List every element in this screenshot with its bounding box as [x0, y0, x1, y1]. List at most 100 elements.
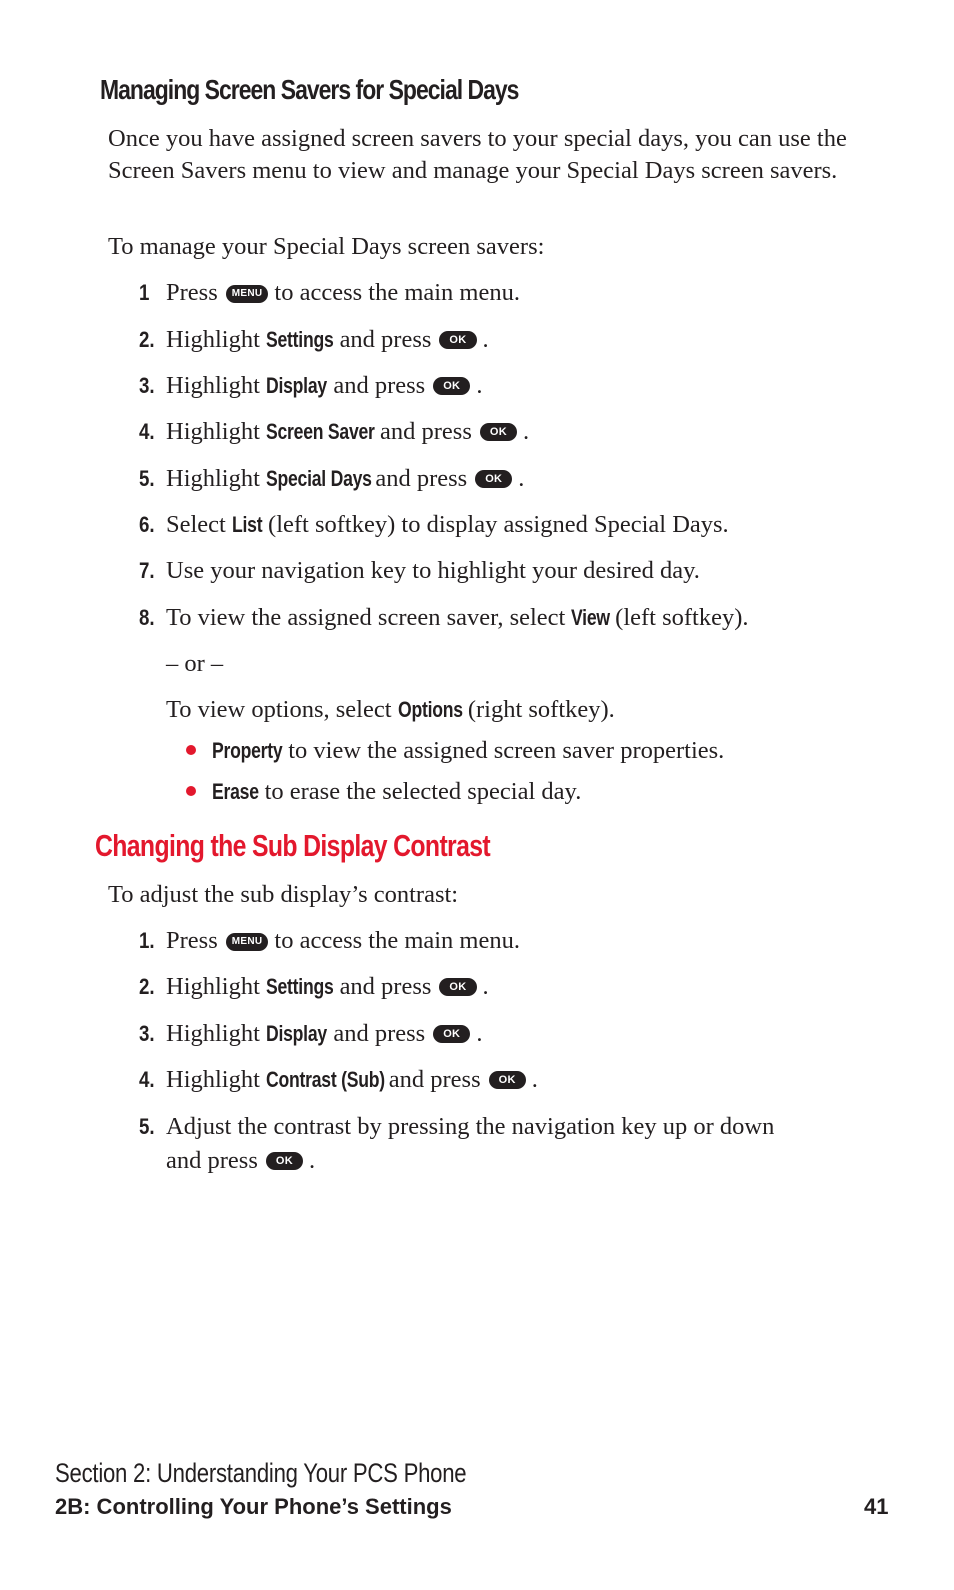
footer-section-title: Section 2: Understanding Your PCS Phone [55, 1458, 557, 1489]
bullet-text: to erase the selected special day. [264, 778, 582, 805]
step-number: 1 [139, 280, 150, 305]
lead-paragraph: To manage your Special Days screen saver… [108, 233, 545, 260]
bullet-erase: Erase to erase the selected special day. [186, 776, 581, 808]
step-text: to access the main menu. [274, 279, 520, 306]
menu-key-icon: MENU [225, 285, 269, 303]
step-text: Press [166, 927, 218, 954]
step-number: 4. [139, 419, 155, 444]
step-text: Highlight [166, 973, 260, 1000]
option-name: Property [212, 738, 283, 763]
menu-item-name: Settings [266, 974, 334, 999]
softkey-name: Options [397, 697, 463, 722]
heading-text: Changing the Sub Display Contrast [95, 828, 491, 863]
step-7: 7. Use your navigation key to highlight … [139, 555, 700, 587]
softkey-name: List [232, 512, 263, 537]
period: . [308, 1147, 316, 1174]
step-number: 1. [139, 928, 155, 953]
step-text: Highlight [166, 418, 260, 445]
step-number: 7. [139, 558, 155, 583]
menu-item-name: Contrast (Sub) [266, 1067, 385, 1092]
step-text: Highlight [166, 1020, 260, 1047]
step-number: 5. [139, 466, 155, 491]
step-text: to access the main menu. [274, 927, 520, 954]
ok-key-icon: OK [488, 1071, 526, 1089]
ok-key-icon: OK [439, 978, 477, 996]
contrast-step-5-continued: and press OK. [166, 1145, 315, 1177]
step-text: Highlight [166, 372, 260, 399]
contrast-step-3: 3. Highlight Display and press OK. [139, 1018, 482, 1050]
step-text: Highlight [166, 326, 260, 353]
step-number: 8. [139, 605, 155, 630]
contrast-step-1: 1. Press MENU to access the main menu. [139, 925, 520, 957]
ok-key-icon: OK [475, 470, 513, 488]
ok-key-icon: OK [439, 331, 477, 349]
bullet-property: Property to view the assigned screen sav… [186, 735, 724, 767]
period: . [518, 465, 525, 492]
step-text: and press [333, 372, 426, 399]
footer-section-text: Section 2: Understanding Your PCS Phone [55, 1458, 467, 1488]
bullet-dot-icon [186, 745, 196, 755]
period: . [522, 418, 530, 445]
step-text: and press [388, 1066, 481, 1093]
period: . [476, 372, 483, 399]
ok-key-icon: OK [479, 423, 517, 441]
footer-chapter-title: 2B: Controlling Your Phone’s Settings [55, 1494, 452, 1519]
menu-key-icon: MENU [225, 933, 269, 951]
options-line: To view options, select Options (right s… [166, 694, 615, 726]
step-text: and press [166, 1147, 258, 1174]
lead-paragraph: To adjust the sub display’s contrast: [108, 881, 459, 908]
step-8: 8. To view the assigned screen saver, se… [139, 602, 749, 634]
bullet-text: to view the assigned screen saver proper… [288, 737, 725, 764]
step-text: (right softkey). [467, 696, 615, 723]
step-text: Highlight [166, 465, 260, 492]
step-text: and press [339, 326, 432, 353]
step-text: Use your navigation key to highlight you… [166, 557, 700, 584]
ok-key-icon: OK [265, 1152, 303, 1170]
section-heading-sub-display-contrast: Changing the Sub Display Contrast [95, 828, 589, 864]
menu-item-name: Display [266, 1021, 327, 1046]
step-text: Press [166, 279, 218, 306]
or-separator: – or – [166, 650, 224, 677]
ok-key-icon: OK [433, 377, 471, 395]
intro-paragraph: Once you have assigned screen savers to … [108, 125, 847, 184]
menu-item-name: Settings [266, 327, 334, 352]
step-text: and press [375, 465, 468, 492]
period: . [531, 1066, 538, 1093]
step-number: 4. [139, 1067, 155, 1092]
step-text: and press [380, 418, 472, 445]
step-text: To view the assigned screen saver, selec… [166, 604, 566, 631]
step-text: and press [339, 973, 432, 1000]
step-3: 3. Highlight Display and press OK. [139, 370, 482, 402]
menu-item-name: Special Days [266, 466, 372, 491]
step-text: Highlight [166, 1066, 260, 1093]
step-text: and press [333, 1020, 426, 1047]
step-number: 3. [139, 373, 155, 398]
section-heading-managing-screen-savers: Managing Screen Savers for Special Days [100, 74, 610, 107]
contrast-step-4: 4. Highlight Contrast (Sub) and press OK. [139, 1064, 538, 1096]
step-5: 5. Highlight Special Days and press OK. [139, 463, 524, 495]
menu-item-name: Screen Saver [266, 419, 375, 444]
step-number: 2. [139, 974, 155, 999]
step-4: 4. Highlight Screen Saver and press OK. [139, 416, 529, 448]
contrast-step-5: 5. Adjust the contrast by pressing the n… [139, 1111, 774, 1143]
step-2: 2. Highlight Settings and press OK. [139, 324, 489, 356]
contrast-step-2: 2. Highlight Settings and press OK. [139, 971, 489, 1003]
step-number: 2. [139, 327, 155, 352]
period: . [476, 1020, 483, 1047]
heading-text: Managing Screen Savers for Special Days [100, 74, 519, 105]
page-number: 41 [864, 1494, 889, 1519]
step-text: Adjust the contrast by pressing the navi… [166, 1113, 775, 1140]
period: . [482, 326, 489, 353]
softkey-name: View [571, 605, 611, 630]
step-6: 6. Select List (left softkey) to display… [139, 509, 729, 541]
step-number: 6. [139, 512, 155, 537]
step-number: 5. [139, 1114, 155, 1139]
step-text: (left softkey). [615, 604, 749, 631]
period: . [482, 973, 489, 1000]
ok-key-icon: OK [433, 1025, 471, 1043]
option-name: Erase [212, 779, 259, 804]
step-text: Select [166, 511, 226, 538]
bullet-dot-icon [186, 786, 196, 796]
step-text: (left softkey) to display assigned Speci… [268, 511, 729, 538]
step-1: 1 Press MENU to access the main menu. [139, 277, 520, 309]
